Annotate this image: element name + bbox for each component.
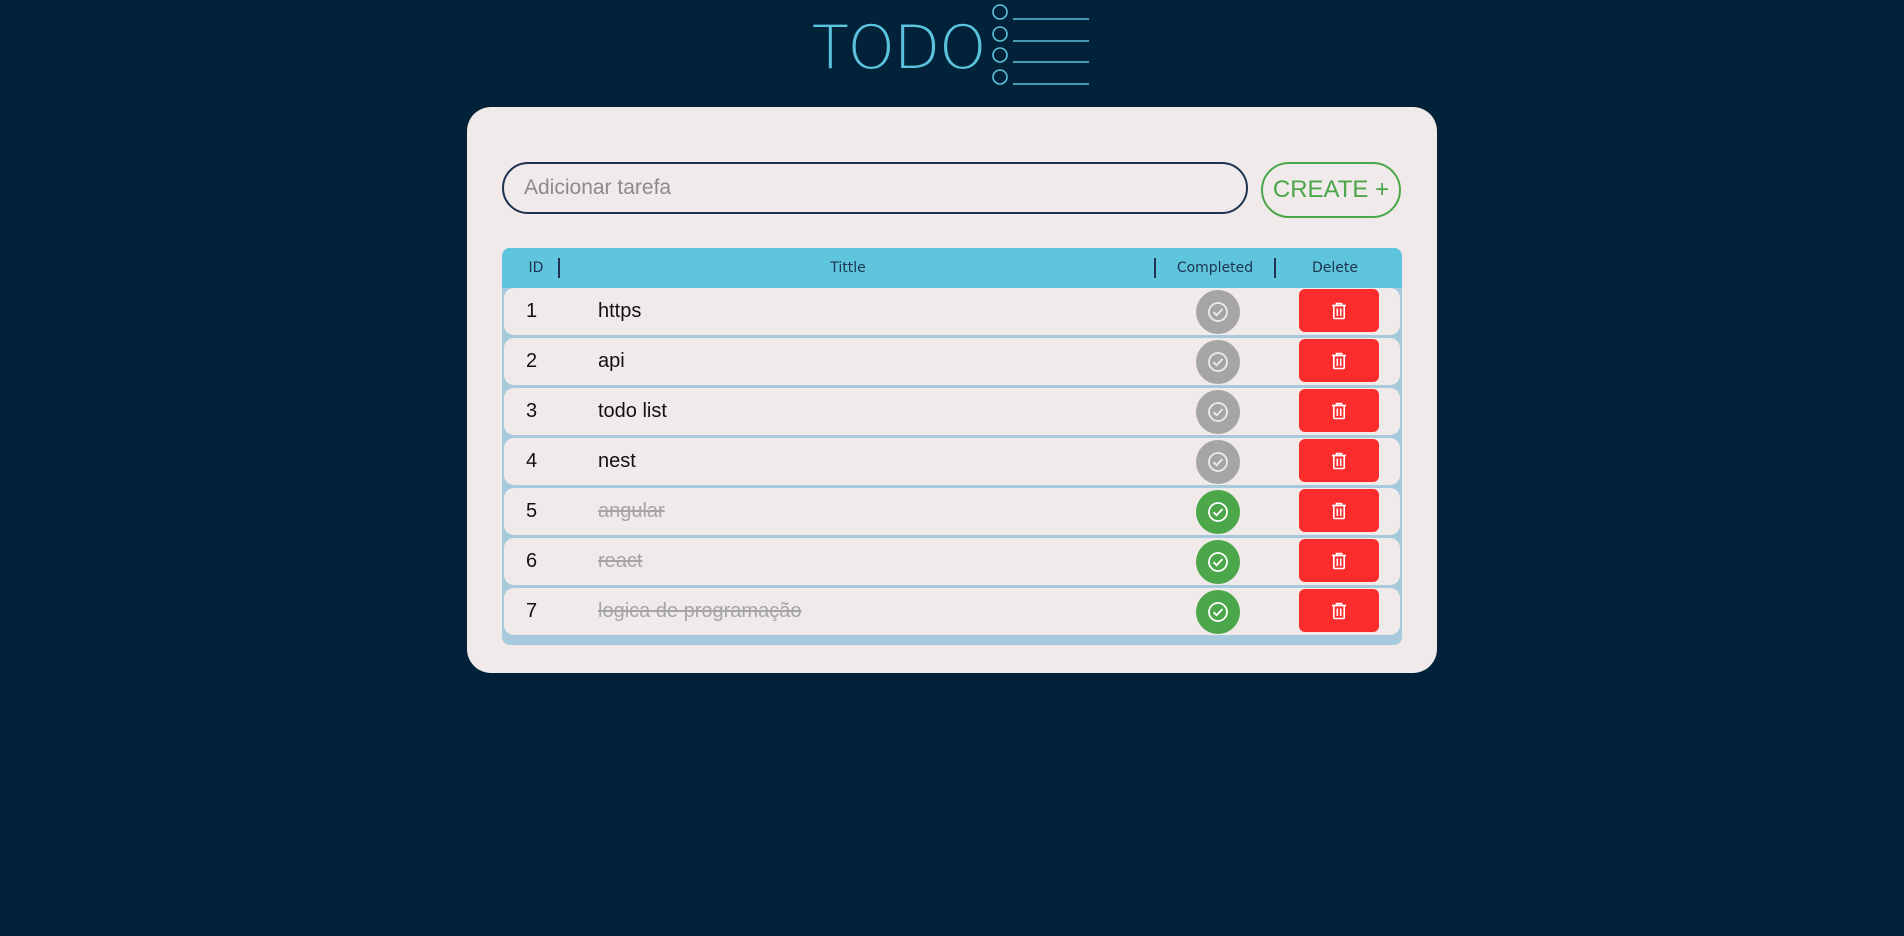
trash-icon — [1332, 602, 1346, 619]
task-title: https — [598, 300, 642, 322]
delete-task-button[interactable] — [1299, 339, 1379, 382]
complete-toggle-button[interactable] — [1196, 290, 1240, 334]
check-circle-icon — [1208, 402, 1228, 422]
check-circle-icon — [1208, 352, 1228, 372]
trash-icon — [1332, 502, 1346, 519]
check-circle-icon — [1208, 452, 1228, 472]
app-logo-title: TODO — [812, 13, 986, 83]
trash-icon — [1332, 402, 1346, 419]
task-row: 1 https — [504, 288, 1400, 335]
check-circle-icon — [1208, 302, 1228, 322]
delete-task-button[interactable] — [1299, 589, 1379, 632]
task-row: 3 todo list — [504, 388, 1400, 435]
task-row: 6 react — [504, 538, 1400, 585]
app-header: TODO — [0, 0, 1904, 100]
task-id: 5 — [526, 500, 538, 522]
task-title: react — [598, 550, 643, 572]
todo-list-logo-icon — [992, 4, 1089, 85]
delete-task-button[interactable] — [1299, 439, 1379, 482]
task-row: 2 api — [504, 338, 1400, 385]
complete-toggle-button[interactable] — [1196, 590, 1240, 634]
complete-toggle-button[interactable] — [1196, 340, 1240, 384]
complete-toggle-button[interactable] — [1196, 390, 1240, 434]
complete-toggle-button[interactable] — [1196, 490, 1240, 534]
task-title: todo list — [598, 400, 667, 422]
check-circle-icon — [1208, 602, 1228, 622]
header-title: Tittle — [830, 260, 866, 276]
task-id: 7 — [526, 600, 538, 622]
check-circle-icon — [1208, 552, 1228, 572]
complete-toggle-button[interactable] — [1196, 440, 1240, 484]
task-id: 4 — [526, 450, 538, 472]
delete-task-button[interactable] — [1299, 539, 1379, 582]
trash-icon — [1332, 452, 1346, 469]
task-id: 3 — [526, 400, 538, 422]
task-title: logica de programação — [598, 600, 802, 622]
delete-task-button[interactable] — [1299, 389, 1379, 432]
task-id: 1 — [526, 300, 538, 322]
task-row: 7 logica de programação — [504, 588, 1400, 635]
check-circle-icon — [1208, 502, 1228, 522]
task-id: 2 — [526, 350, 538, 372]
header-delete: Delete — [1312, 260, 1358, 276]
todo-card: CREATE + ID Tittle Completed Delete 1 ht… — [467, 107, 1437, 673]
header-completed: Completed — [1176, 260, 1254, 276]
trash-icon — [1332, 352, 1346, 369]
task-title: angular — [598, 500, 665, 522]
delete-task-button[interactable] — [1299, 489, 1379, 532]
task-title: api — [598, 350, 625, 372]
delete-task-button[interactable] — [1299, 289, 1379, 332]
task-row: 5 angular — [504, 488, 1400, 535]
complete-toggle-button[interactable] — [1196, 540, 1240, 584]
task-id: 6 — [526, 550, 538, 572]
tasks-table-header: ID Tittle Completed Delete — [502, 248, 1402, 288]
tasks-table: ID Tittle Completed Delete 1 https 2 api — [502, 248, 1402, 645]
task-title: nest — [598, 450, 636, 472]
trash-icon — [1332, 302, 1346, 319]
create-task-button[interactable]: CREATE + — [1261, 162, 1401, 218]
trash-icon — [1332, 552, 1346, 569]
add-task-input[interactable] — [502, 162, 1248, 214]
task-row: 4 nest — [504, 438, 1400, 485]
